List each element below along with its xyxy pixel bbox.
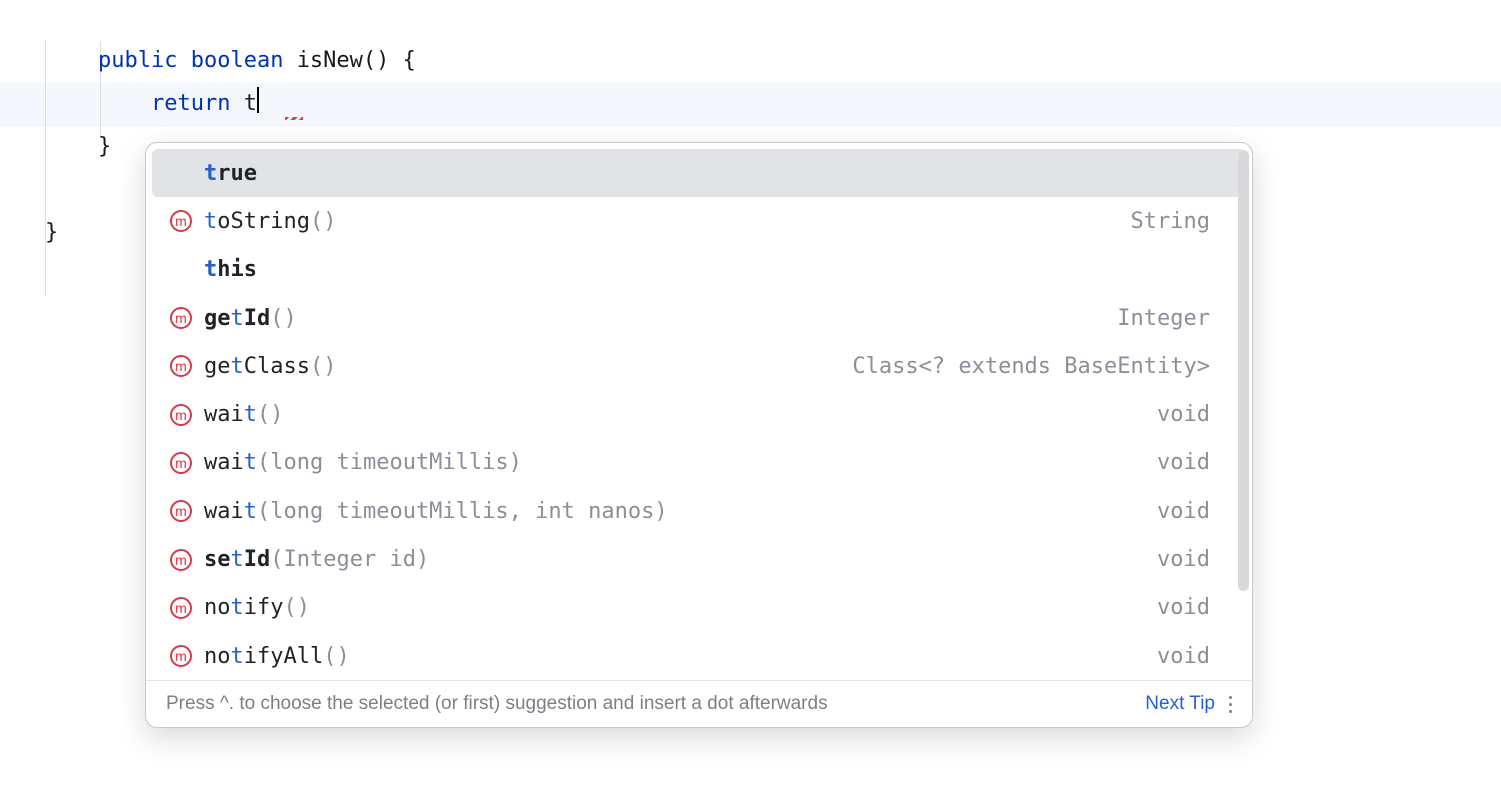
- error-underline: [285, 117, 303, 120]
- completion-item[interactable]: m getId() Integer: [152, 294, 1246, 342]
- completion-item-type: void: [1157, 450, 1224, 475]
- completion-item-label: this: [204, 257, 257, 282]
- scrollbar-thumb[interactable]: [1238, 150, 1249, 591]
- parentheses: (): [363, 48, 390, 73]
- completion-item-label: notifyAll(): [204, 644, 350, 669]
- completion-item-label: notify(): [204, 595, 310, 620]
- completion-item[interactable]: true: [152, 149, 1246, 197]
- completion-item-label: getClass(): [204, 354, 336, 379]
- completion-item-type: void: [1157, 595, 1224, 620]
- completion-item-type: void: [1157, 644, 1224, 669]
- completion-item[interactable]: m getClass() Class<? extends BaseEntity>: [152, 342, 1246, 390]
- method-icon: m: [170, 500, 198, 522]
- completion-item-label: wait(long timeoutMillis, int nanos): [204, 499, 668, 524]
- text-caret: [257, 87, 259, 113]
- method-icon: m: [170, 210, 198, 232]
- completion-item-type: String: [1131, 209, 1224, 234]
- code-line-2[interactable]: return t: [45, 83, 1501, 126]
- completion-item-label: wait(long timeoutMillis): [204, 450, 522, 475]
- completion-item-label: wait(): [204, 402, 284, 427]
- completion-item-label: getId(): [204, 306, 297, 331]
- completion-item-type: void: [1157, 499, 1224, 524]
- completion-item-type: Integer: [1117, 306, 1224, 331]
- completion-item[interactable]: this: [152, 246, 1246, 294]
- method-icon: m: [170, 645, 198, 667]
- completion-item[interactable]: m wait(long timeoutMillis) void: [152, 439, 1246, 487]
- more-options-icon[interactable]: [1229, 696, 1232, 713]
- completion-footer: Press ^. to choose the selected (or firs…: [146, 680, 1252, 727]
- completion-item-label: true: [204, 161, 257, 186]
- method-icon: m: [170, 307, 198, 329]
- completion-item[interactable]: m toString() String: [152, 197, 1246, 245]
- completion-popup: true m toString() String this m getId() Integer…: [145, 142, 1253, 728]
- footer-tip-text: Press ^. to choose the selected (or firs…: [166, 693, 1131, 715]
- method-icon: m: [170, 597, 198, 619]
- keyword-boolean: boolean: [191, 48, 284, 73]
- completion-item-type: Class<? extends BaseEntity>: [852, 354, 1224, 379]
- next-tip-link[interactable]: Next Tip: [1145, 693, 1215, 715]
- completion-item-type: void: [1157, 402, 1224, 427]
- code-line-1[interactable]: public boolean isNew() {: [45, 40, 1501, 83]
- method-name: isNew: [297, 48, 363, 73]
- keyword-public: public: [98, 48, 177, 73]
- completion-item-label: setId(Integer id): [204, 547, 429, 572]
- method-icon: m: [170, 355, 198, 377]
- method-icon: m: [170, 549, 198, 571]
- close-brace: }: [98, 134, 111, 159]
- completion-item-type: void: [1157, 547, 1224, 572]
- completion-item[interactable]: m wait(long timeoutMillis, int nanos) void: [152, 487, 1246, 535]
- completion-item[interactable]: m notifyAll() void: [152, 632, 1246, 680]
- open-brace: {: [403, 48, 416, 73]
- completion-item[interactable]: m notify() void: [152, 584, 1246, 632]
- method-icon: m: [170, 404, 198, 426]
- completion-list[interactable]: true m toString() String this m getId() Integer…: [146, 143, 1252, 680]
- close-brace-outer: }: [45, 220, 58, 245]
- typed-text: t: [244, 91, 257, 116]
- keyword-return: return: [151, 91, 230, 116]
- scrollbar[interactable]: [1238, 150, 1249, 668]
- completion-item[interactable]: m wait() void: [152, 390, 1246, 438]
- method-icon: m: [170, 452, 198, 474]
- completion-item-label: toString(): [204, 209, 336, 234]
- completion-item[interactable]: m setId(Integer id) void: [152, 535, 1246, 583]
